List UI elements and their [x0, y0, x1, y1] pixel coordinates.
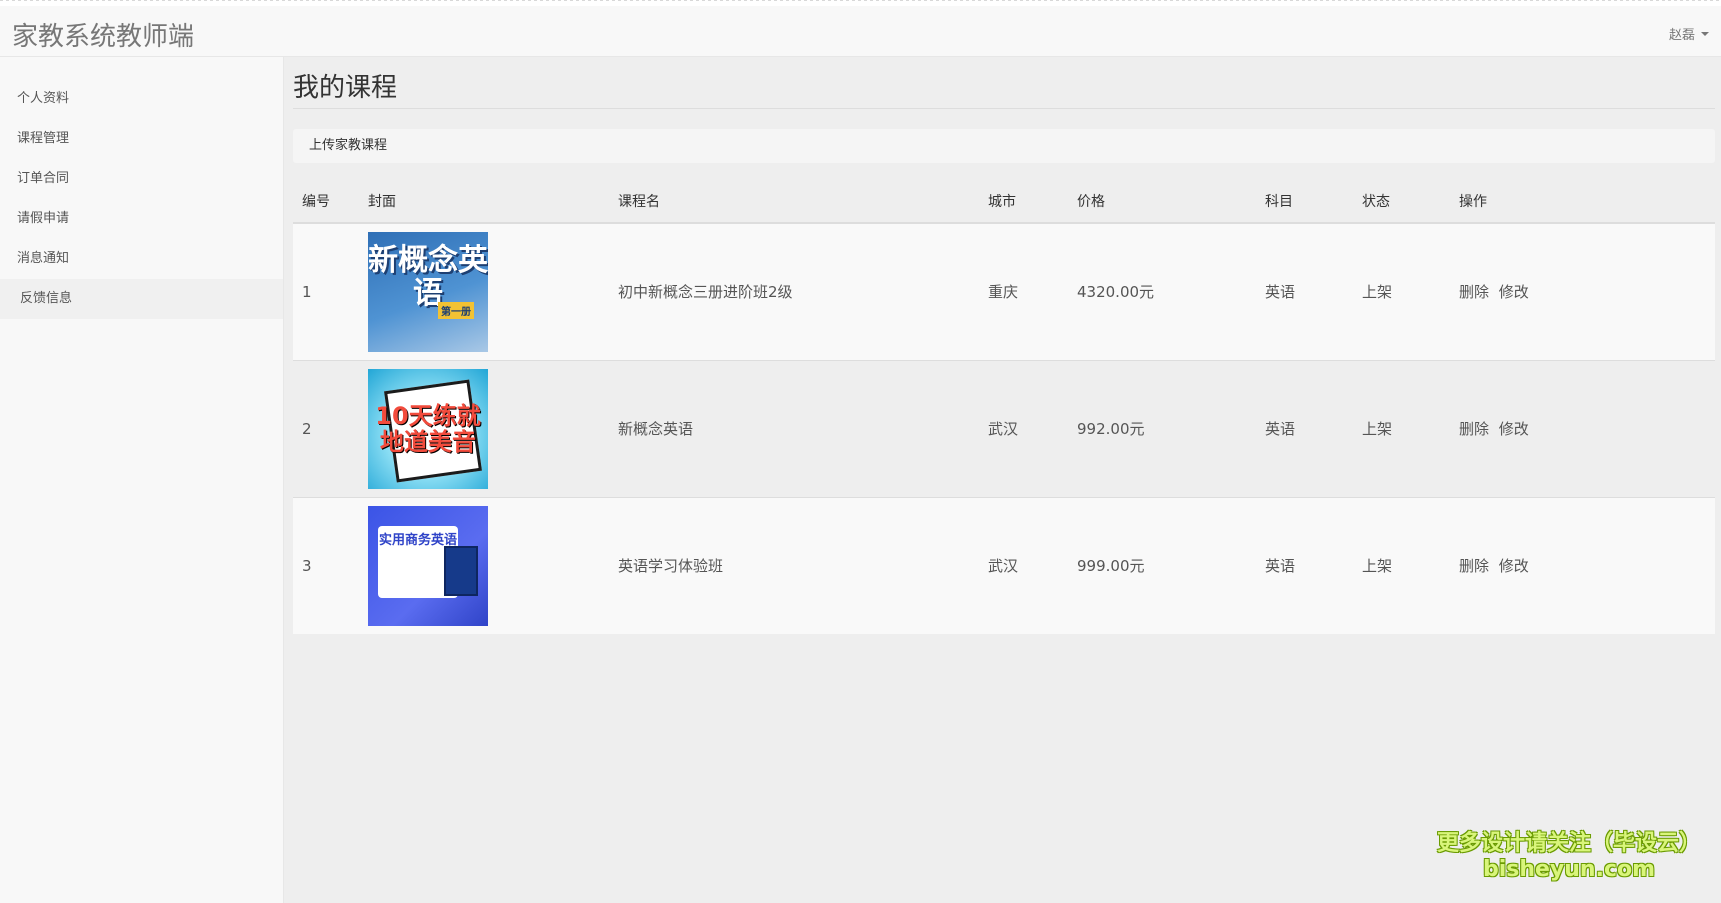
course-cover-image: 新概念英语 第一册: [368, 231, 488, 352]
cell-subject: 英语: [1256, 359, 1353, 497]
sidebar-item-orders[interactable]: 订单合同: [0, 159, 283, 199]
column-header-price: 价格: [1068, 179, 1256, 224]
sidebar-item-profile[interactable]: 个人资料: [0, 79, 283, 119]
cell-status: 上架: [1353, 222, 1450, 360]
table-row: 2 10天练就地道美音 新概念英语 武汉 992.00元 英语 上架 删除 修改: [293, 359, 1715, 497]
caret-down-icon: [1701, 31, 1709, 36]
cell-city: 重庆: [979, 222, 1068, 360]
cover-tag: 第一册: [438, 301, 474, 319]
edit-link[interactable]: 修改: [1499, 557, 1529, 575]
breadcrumb: 上传家教课程: [293, 129, 1715, 163]
cell-price: 999.00元: [1068, 496, 1256, 634]
cell-price: 4320.00元: [1068, 222, 1256, 360]
cell-id: 3: [293, 496, 359, 634]
cell-name: 初中新概念三册进阶班2级: [609, 222, 979, 360]
course-table: 编号 封面 课程名 城市 价格 科目 状态 操作 1 新概念英语 第一册 初中新: [293, 179, 1715, 634]
delete-link[interactable]: 删除: [1459, 557, 1489, 575]
user-name: 赵磊: [1668, 28, 1695, 43]
cell-name: 英语学习体验班: [609, 496, 979, 634]
column-header-cover: 封面: [359, 179, 609, 224]
top-navbar: 家教系统教师端 赵磊: [0, 0, 1721, 57]
table-row: 1 新概念英语 第一册 初中新概念三册进阶班2级 重庆 4320.00元 英语 …: [293, 222, 1715, 360]
cell-name: 新概念英语: [609, 359, 979, 497]
delete-link[interactable]: 删除: [1459, 283, 1489, 301]
edit-link[interactable]: 修改: [1499, 283, 1529, 301]
watermark: 更多设计请关注（毕设云） bisheyun.com: [1437, 831, 1701, 883]
sidebar-item-feedback[interactable]: 反馈信息: [0, 279, 283, 319]
column-header-status: 状态: [1353, 179, 1450, 224]
cover-book-shape: [444, 545, 478, 596]
delete-link[interactable]: 删除: [1459, 420, 1489, 438]
table-row: 3 实用商务英语 英语学习体验班 武汉 999.00元 英语 上架 删除 修改: [293, 496, 1715, 634]
cover-caption: 新概念英语: [368, 242, 488, 311]
column-header-name: 课程名: [609, 179, 979, 224]
sidebar-item-messages[interactable]: 消息通知: [0, 239, 283, 279]
column-header-id: 编号: [293, 179, 359, 224]
cell-subject: 英语: [1256, 496, 1353, 634]
cell-actions: 删除 修改: [1450, 359, 1715, 497]
cell-city: 武汉: [979, 359, 1068, 497]
user-menu[interactable]: 赵磊: [1669, 24, 1709, 43]
sidebar-item-courses[interactable]: 课程管理: [0, 119, 283, 159]
cell-status: 上架: [1353, 359, 1450, 497]
cell-id: 2: [293, 359, 359, 497]
cell-id: 1: [293, 222, 359, 360]
cell-cover: 10天练就地道美音: [359, 359, 609, 497]
upload-course-link[interactable]: 上传家教课程: [309, 138, 387, 153]
cell-cover: 实用商务英语: [359, 496, 609, 634]
title-divider: [293, 108, 1715, 109]
cell-subject: 英语: [1256, 222, 1353, 360]
course-cover-image: 实用商务英语: [368, 505, 488, 626]
column-header-actions: 操作: [1450, 179, 1715, 224]
watermark-line-2: bisheyun.com: [1482, 857, 1656, 882]
edit-link[interactable]: 修改: [1499, 420, 1529, 438]
cell-actions: 删除 修改: [1450, 222, 1715, 360]
cell-actions: 删除 修改: [1450, 496, 1715, 634]
sidebar: 个人资料 课程管理 订单合同 请假申请 消息通知 反馈信息: [0, 57, 284, 903]
watermark-line-1: 更多设计请关注（毕设云）: [1436, 831, 1701, 856]
page-title: 我的课程: [293, 73, 398, 103]
sidebar-nav: 个人资料 课程管理 订单合同 请假申请 消息通知 反馈信息: [0, 57, 283, 319]
cell-status: 上架: [1353, 496, 1450, 634]
cell-cover: 新概念英语 第一册: [359, 222, 609, 360]
cell-city: 武汉: [979, 496, 1068, 634]
sidebar-item-leave[interactable]: 请假申请: [0, 199, 283, 239]
table-header-row: 编号 封面 课程名 城市 价格 科目 状态 操作: [293, 179, 1715, 224]
cover-caption: 10天练就地道美音: [375, 401, 481, 456]
column-header-city: 城市: [979, 179, 1068, 224]
cell-price: 992.00元: [1068, 359, 1256, 497]
app-brand[interactable]: 家教系统教师端: [12, 16, 194, 53]
main-content: 我的课程 上传家教课程 编号 封面 课程名 城市 价格 科目 状态 操作 1 新…: [284, 57, 1721, 903]
course-cover-image: 10天练就地道美音: [368, 368, 488, 489]
column-header-subject: 科目: [1256, 179, 1353, 224]
